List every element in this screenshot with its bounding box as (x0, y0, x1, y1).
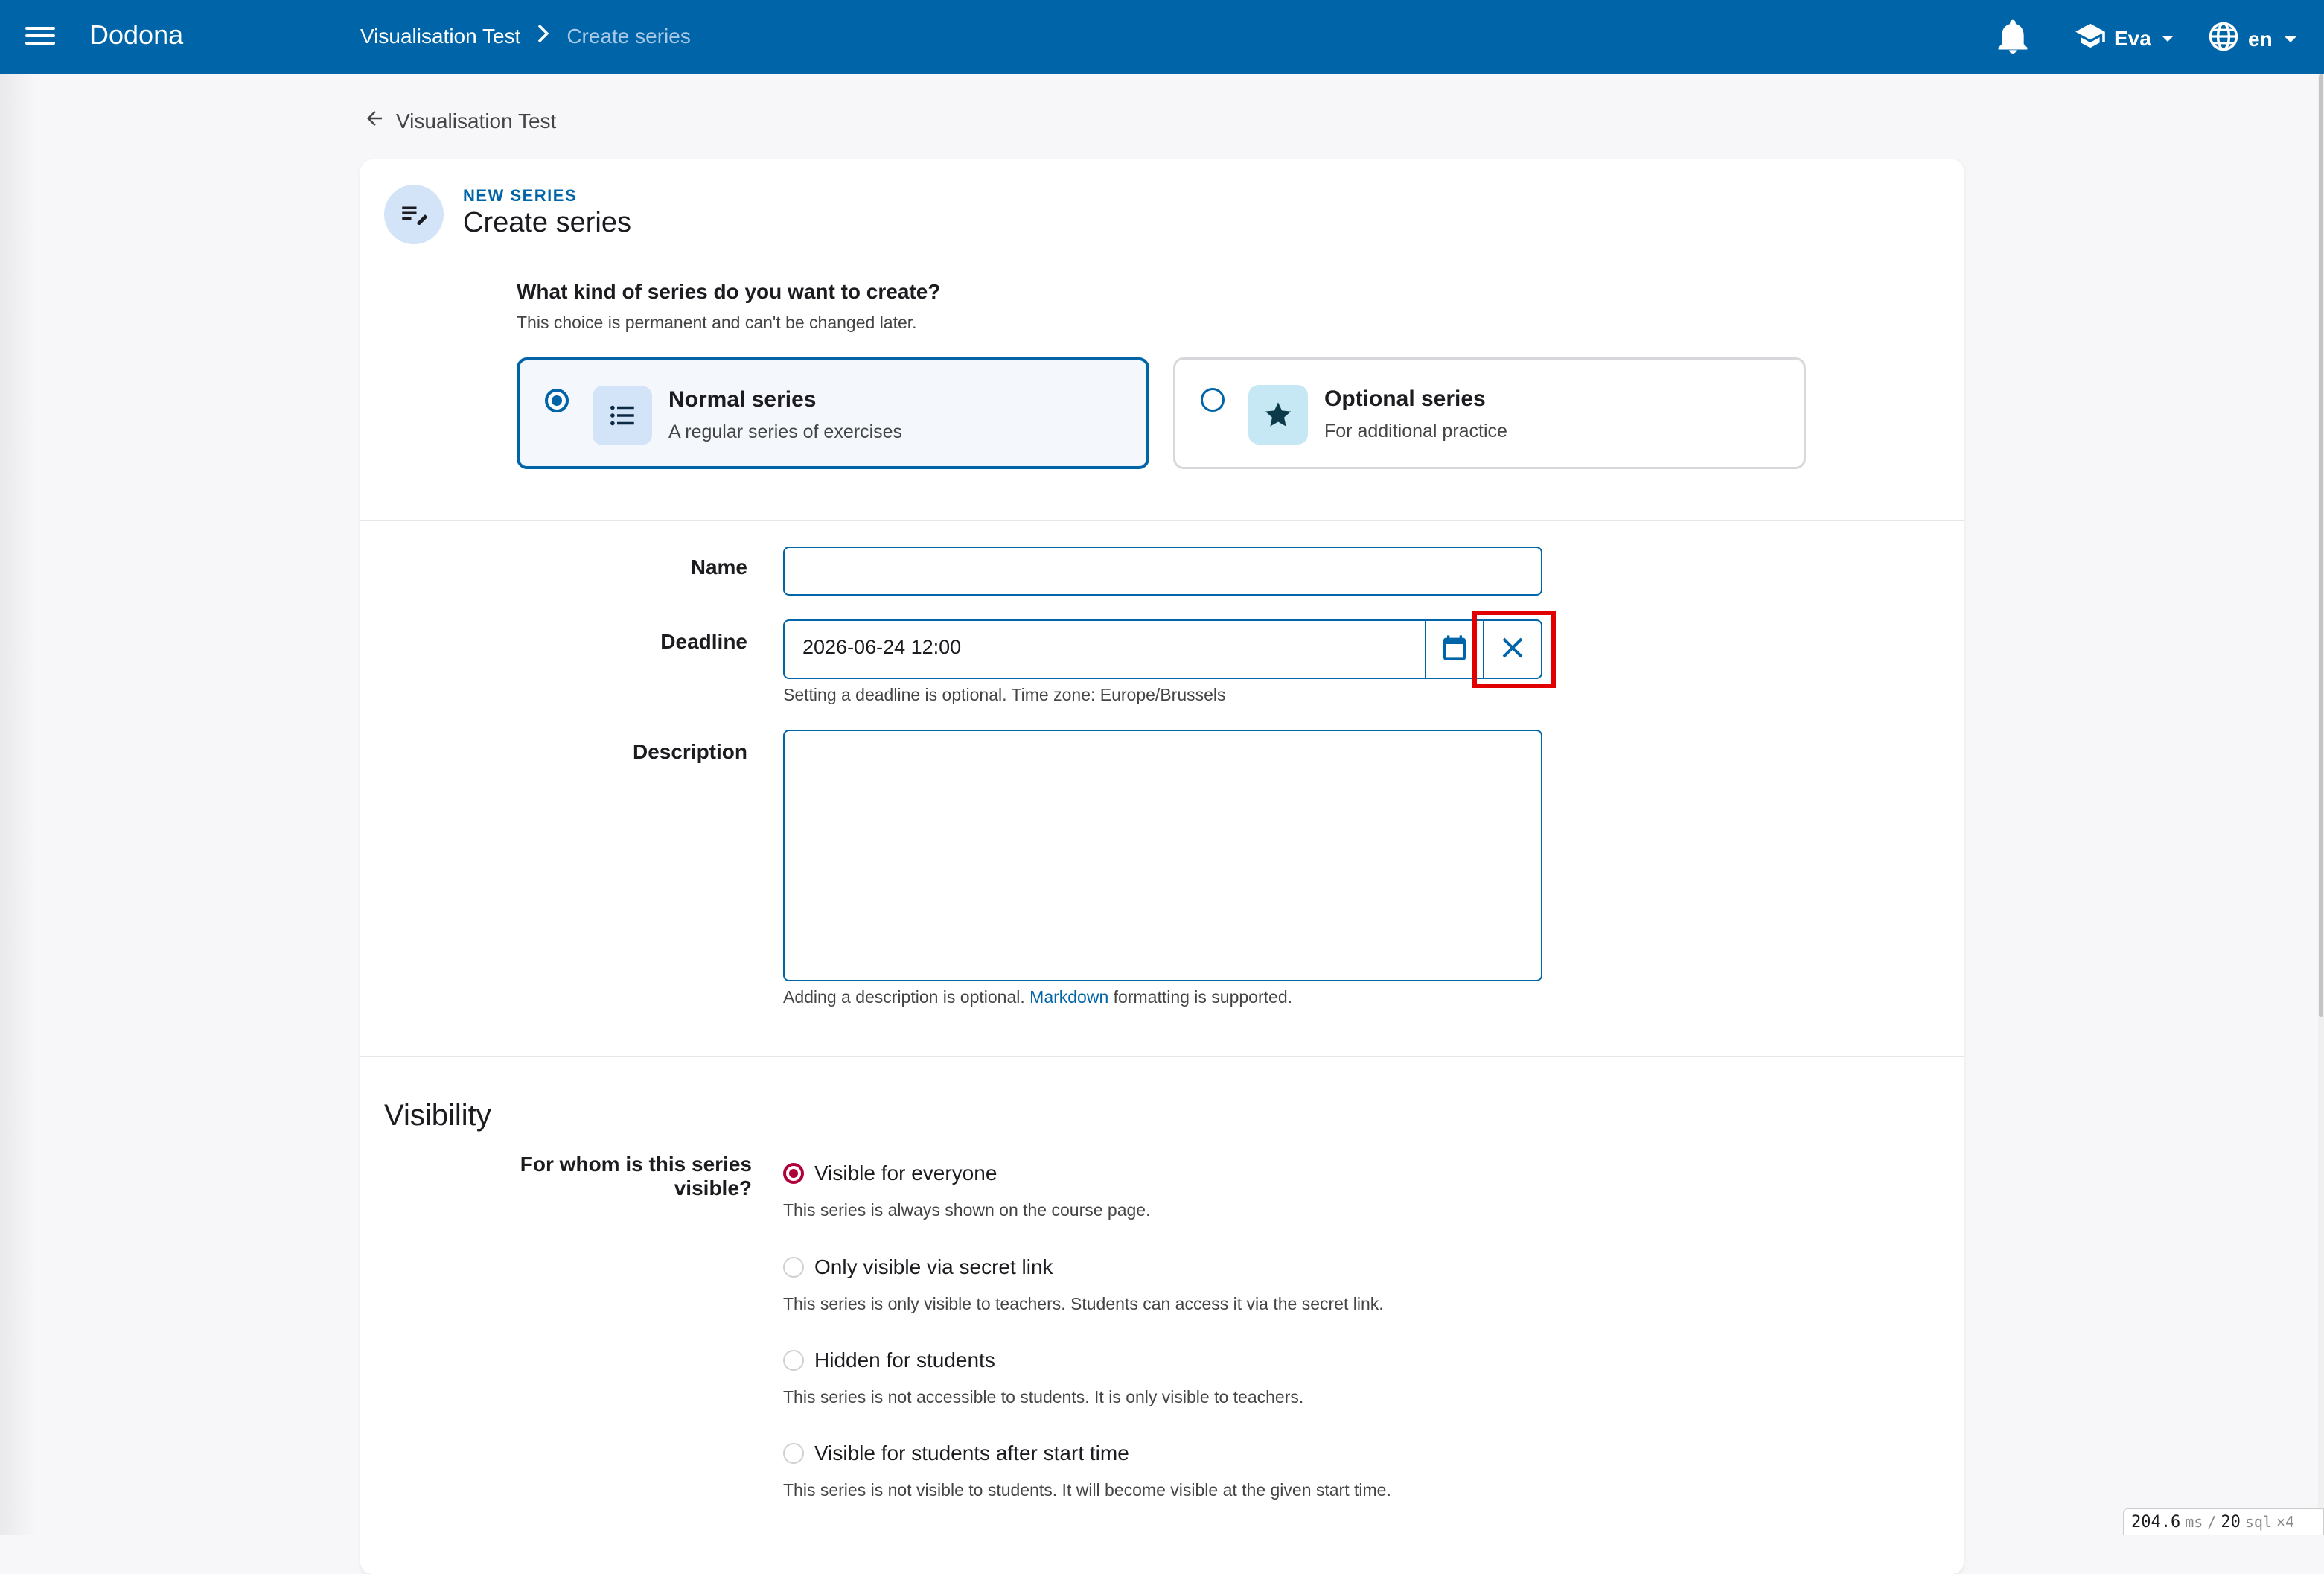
optional-series-radio[interactable] (1201, 388, 1225, 412)
visibility-option-hidden[interactable]: Hidden for students (783, 1348, 995, 1372)
section-divider (360, 520, 1964, 521)
description-label: Description (632, 740, 747, 763)
name-input[interactable] (783, 547, 1542, 596)
series-kind-subtitle: This choice is permanent and can't be ch… (517, 313, 917, 332)
description-help-suffix: formatting is supported. (1108, 987, 1292, 1007)
calendar-icon (1440, 632, 1469, 667)
visibility-question: For whom is this series visible? (520, 1153, 752, 1199)
globe-icon (2208, 21, 2239, 57)
visibility-option-help: This series is only visible to teachers.… (783, 1294, 1384, 1313)
perf-ms-unit: ms (2185, 1513, 2203, 1531)
language-menu[interactable]: en (2208, 21, 2296, 57)
normal-series-option[interactable]: Normal series A regular series of exerci… (517, 357, 1149, 469)
user-menu[interactable]: Eva (2074, 22, 2174, 54)
visibility-section-title: Visibility (384, 1099, 491, 1132)
app-bar: Dodona Visualisation Test Create series … (0, 0, 2324, 74)
visibility-option-secret-link[interactable]: Only visible via secret link (783, 1255, 1053, 1279)
page-scrollbar[interactable] (2318, 74, 2324, 1535)
language-code: en (2248, 27, 2273, 51)
visibility-option-help: This series is always shown on the cours… (783, 1200, 1151, 1220)
visibility-option-label: Visible for everyone (814, 1162, 997, 1185)
optional-series-description: For additional practice (1324, 421, 1507, 442)
drawer-shadow (0, 74, 36, 1535)
visibility-option-label: Hidden for students (814, 1348, 995, 1371)
edit-note-icon (384, 185, 444, 244)
deadline-input[interactable]: 2026-06-24 12:00 (783, 619, 1428, 679)
list-icon (593, 386, 652, 445)
perf-ms: 204.6 (2131, 1512, 2181, 1532)
card-overline: NEW SERIES (463, 186, 578, 205)
name-label: Name (690, 555, 747, 579)
breadcrumb-course[interactable]: Visualisation Test (360, 25, 520, 48)
arrow-left-icon (363, 107, 386, 135)
visibility-radio-secret-link[interactable] (783, 1257, 804, 1278)
visibility-option-everyone[interactable]: Visible for everyone (783, 1162, 997, 1185)
visibility-option-help: This series is not visible to students. … (783, 1480, 1391, 1500)
deadline-help: Setting a deadline is optional. Time zon… (783, 685, 1226, 704)
visibility-radio-hidden[interactable] (783, 1350, 804, 1371)
back-link-label: Visualisation Test (396, 109, 557, 133)
breadcrumb: Visualisation Test Create series (360, 24, 691, 48)
star-icon (1248, 385, 1308, 445)
visibility-option-start-time[interactable]: Visible for students after start time (783, 1441, 1129, 1465)
caret-down-icon (2284, 36, 2296, 42)
caret-down-icon (2161, 35, 2174, 42)
school-cap-icon (2074, 22, 2107, 54)
breadcrumb-current: Create series (566, 24, 691, 48)
normal-series-title: Normal series (668, 387, 817, 412)
description-textarea[interactable] (783, 730, 1542, 981)
back-link[interactable]: Visualisation Test (363, 107, 556, 135)
normal-series-description: A regular series of exercises (668, 421, 903, 442)
visibility-radio-everyone[interactable] (783, 1163, 804, 1184)
deadline-value: 2026-06-24 12:00 (802, 636, 962, 658)
perf-sql: 20 (2221, 1512, 2241, 1532)
performance-badge[interactable]: 204.6 ms / 20 sql ×4 (2123, 1508, 2324, 1535)
normal-series-radio[interactable] (545, 389, 569, 412)
notification-bell-icon[interactable] (1996, 19, 2029, 55)
menu-icon[interactable] (25, 22, 55, 52)
page-title: Create series (463, 207, 631, 238)
perf-sql-unit: sql (2244, 1513, 2272, 1531)
brand-logo[interactable]: Dodona (89, 19, 183, 51)
optional-series-option[interactable]: Optional series For additional practice (1173, 357, 1806, 469)
section-divider (360, 1056, 1964, 1057)
chevron-right-icon (537, 24, 550, 48)
deadline-label: Deadline (660, 630, 747, 653)
perf-multiplier: ×4 (2276, 1513, 2295, 1531)
visibility-radio-start-time[interactable] (783, 1443, 804, 1464)
highlight-box (1472, 611, 1556, 688)
markdown-link[interactable]: Markdown (1029, 987, 1108, 1007)
series-kind-question: What kind of series do you want to creat… (517, 280, 941, 303)
visibility-option-help: This series is not accessible to student… (783, 1387, 1304, 1406)
description-help: Adding a description is optional. Markdo… (783, 987, 1292, 1007)
user-name: Eva (2114, 26, 2151, 50)
scrollbar-thumb[interactable] (2319, 74, 2323, 1017)
description-help-prefix: Adding a description is optional. (783, 987, 1030, 1007)
perf-separator: / (2207, 1513, 2217, 1531)
create-series-card: NEW SERIES Create series What kind of se… (360, 159, 1964, 1574)
visibility-option-label: Only visible via secret link (814, 1255, 1053, 1278)
optional-series-title: Optional series (1324, 386, 1486, 411)
visibility-option-label: Visible for students after start time (814, 1441, 1129, 1465)
